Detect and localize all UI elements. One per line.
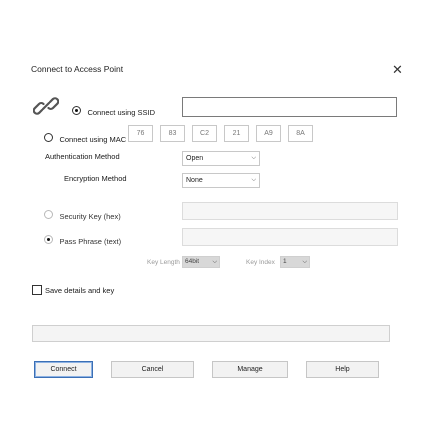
ssid-input[interactable]: [182, 97, 397, 117]
manage-button[interactable]: Manage: [212, 361, 288, 378]
save-details-label: Save details and key: [45, 286, 115, 295]
key-index-select[interactable]: 1 ⌵: [280, 256, 310, 268]
chevron-down-icon: ⌵: [251, 177, 256, 183]
authentication-select[interactable]: Open ⌵: [182, 151, 260, 166]
key-index-label: Key Index: [246, 259, 275, 266]
mac-radio-label: Connect using MAC: [59, 135, 127, 144]
close-icon[interactable]: ✕: [392, 63, 403, 76]
link-icon: [33, 97, 59, 115]
chevron-down-icon: ⌵: [212, 259, 217, 265]
key-length-label: Key Length: [147, 259, 180, 266]
mac-radio[interactable]: Connect using MAC: [44, 129, 126, 147]
save-details-checkbox[interactable]: [32, 285, 42, 295]
mac-radio-button[interactable]: [44, 133, 53, 143]
help-button[interactable]: Help: [306, 361, 379, 378]
cancel-button[interactable]: Cancel: [111, 361, 194, 378]
ssid-radio[interactable]: Connect using SSID: [72, 102, 155, 120]
mac-octet-6[interactable]: 8A: [288, 125, 313, 142]
key-length-value: 64bit: [185, 258, 200, 265]
chevron-down-icon: ⌵: [302, 259, 307, 265]
mac-octet-1[interactable]: 76: [128, 125, 153, 142]
security-key-label: Security Key (hex): [59, 212, 121, 221]
ssid-radio-button[interactable]: [72, 106, 81, 116]
encryption-select[interactable]: None ⌵: [182, 173, 260, 188]
encryption-label: Encryption Method: [64, 174, 127, 183]
key-index-value: 1: [283, 258, 287, 265]
pass-phrase-label: Pass Phrase (text): [59, 237, 122, 246]
mac-octet-4[interactable]: 21: [224, 125, 249, 142]
security-key-radio[interactable]: Security Key (hex): [44, 206, 121, 224]
security-key-radio-button[interactable]: [44, 210, 53, 220]
progress-bar: [32, 325, 390, 342]
mac-octet-2[interactable]: 83: [160, 125, 185, 142]
mac-octet-3[interactable]: C2: [192, 125, 217, 142]
key-length-select[interactable]: 64bit ⌵: [182, 256, 220, 268]
dialog-title: Connect to Access Point: [31, 64, 124, 74]
pass-phrase-radio-button[interactable]: [44, 235, 53, 245]
security-key-input[interactable]: [182, 202, 398, 220]
authentication-value: Open: [186, 155, 204, 162]
authentication-label: Authentication Method: [45, 152, 120, 161]
ssid-radio-label: Connect using SSID: [87, 108, 155, 117]
pass-phrase-radio[interactable]: Pass Phrase (text): [44, 231, 121, 249]
encryption-value: None: [186, 177, 203, 184]
chevron-down-icon: ⌵: [251, 155, 256, 161]
connect-button[interactable]: Connect: [34, 361, 93, 378]
mac-octet-5[interactable]: A9: [256, 125, 281, 142]
pass-phrase-input[interactable]: [182, 228, 398, 246]
